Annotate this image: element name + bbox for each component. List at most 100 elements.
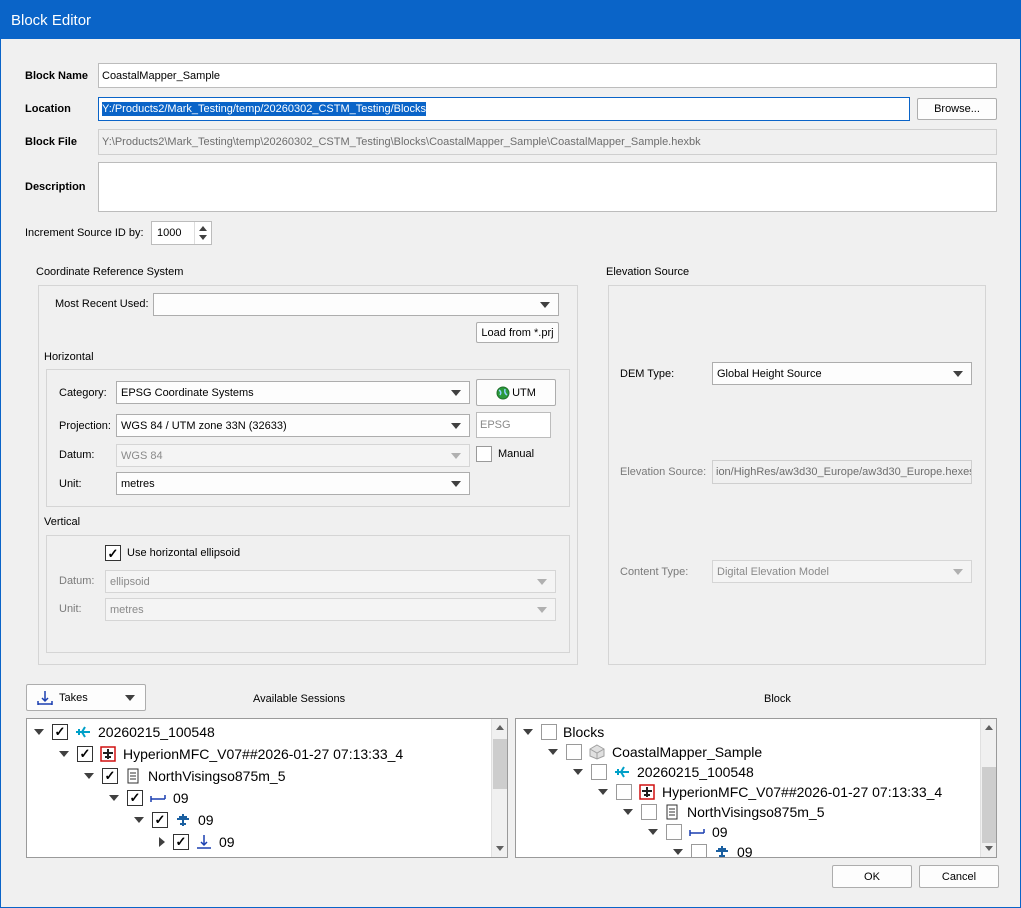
expand-icon[interactable] [548, 749, 558, 755]
line-icon [688, 824, 706, 840]
tree-label: NorthVisingso875m_5 [687, 804, 825, 820]
manual-checkbox[interactable] [476, 446, 492, 462]
tree-row[interactable]: CoastalMapper_Sample [548, 742, 762, 762]
tree-label: CoastalMapper_Sample [612, 744, 763, 760]
takes-button[interactable]: Takes [26, 684, 146, 711]
utm-label: UTM [512, 386, 536, 399]
content-type-label: Content Type: [620, 566, 689, 578]
block-name-input[interactable]: CoastalMapper_Sample [98, 63, 997, 88]
content-type-value: Digital Elevation Model [717, 565, 829, 578]
expand-icon[interactable] [59, 751, 69, 757]
manual-label: Manual [498, 448, 535, 460]
v-unit-label: Unit: [59, 603, 82, 615]
scroll-thumb[interactable] [493, 739, 507, 789]
tree-row[interactable]: ✓ HyperionMFC_V07##2026-01-27 07:13:33_4 [59, 744, 403, 764]
tree-checkbox[interactable]: ✓ [127, 790, 143, 806]
chevron-down-icon [537, 578, 547, 585]
cancel-button[interactable]: Cancel [919, 865, 999, 888]
tree-checkbox[interactable] [616, 784, 632, 800]
tree-checkbox[interactable]: ✓ [102, 768, 118, 784]
block-title: Block [764, 693, 791, 705]
right-tree-scrollbar[interactable] [980, 719, 996, 857]
most-recent-combo[interactable] [153, 293, 559, 316]
expand-icon[interactable] [34, 729, 44, 735]
v-datum-label: Datum: [59, 575, 95, 587]
vertical-title: Vertical [44, 516, 81, 528]
tree-checkbox[interactable] [541, 724, 557, 740]
tree-checkbox[interactable] [641, 804, 657, 820]
tree-label: HyperionMFC_V07##2026-01-27 07:13:33_4 [123, 746, 404, 762]
session-icon [74, 724, 92, 740]
v-datum-combo: ellipsoid [105, 570, 556, 593]
tree-checkbox[interactable] [591, 764, 607, 780]
tree-row[interactable]: ✓ 09 [109, 788, 189, 808]
increment-value: 1000 [157, 227, 182, 239]
tree-row[interactable]: Blocks [523, 722, 604, 742]
document-icon [124, 768, 142, 784]
chevron-down-icon [540, 301, 550, 308]
location-label: Location [25, 103, 71, 115]
use-horizontal-label: Use horizontal ellipsoid [127, 547, 241, 559]
description-input[interactable] [98, 162, 997, 212]
elevation-source-field: ion/HighRes/aw3d30_Europe/aw3d30_Europe.… [712, 460, 972, 484]
increment-label: Increment Source ID by: [25, 227, 144, 239]
collapse-icon[interactable] [159, 837, 165, 847]
location-input[interactable]: Y:/Products2/Mark_Testing/temp/20260302_… [98, 97, 910, 121]
use-horizontal-checkbox[interactable]: ✓ [105, 545, 121, 561]
browse-button[interactable]: Browse... [917, 98, 997, 120]
tree-row[interactable]: ✓ NorthVisingso875m_5 [84, 766, 286, 786]
elevation-title: Elevation Source [606, 266, 690, 278]
tree-checkbox[interactable]: ✓ [152, 812, 168, 828]
dem-type-combo[interactable]: Global Height Source [712, 362, 972, 385]
step-down-icon[interactable] [199, 235, 207, 240]
tree-checkbox[interactable] [566, 744, 582, 760]
block-tree[interactable]: Blocks CoastalMapper_Sample 20260215_100… [515, 718, 997, 858]
ok-button[interactable]: OK [832, 865, 912, 888]
tree-checkbox[interactable]: ✓ [52, 724, 68, 740]
most-recent-label: Most Recent Used: [55, 298, 149, 310]
scroll-down-icon[interactable] [985, 846, 993, 851]
expand-icon[interactable] [673, 849, 683, 855]
epsg-input[interactable]: EPSG [476, 412, 551, 438]
scroll-up-icon[interactable] [985, 725, 993, 730]
expand-icon[interactable] [523, 729, 533, 735]
tree-row[interactable]: NorthVisingso875m_5 [623, 802, 825, 822]
increment-stepper[interactable] [194, 222, 211, 244]
content-type-combo: Digital Elevation Model [712, 560, 972, 583]
expand-icon[interactable] [134, 817, 144, 823]
tree-row[interactable]: ✓ 09 [134, 810, 214, 830]
tree-checkbox[interactable] [666, 824, 682, 840]
expand-icon[interactable] [573, 769, 583, 775]
chevron-down-icon [125, 695, 135, 701]
expand-icon[interactable] [623, 809, 633, 815]
tree-row[interactable]: 20260215_100548 [573, 762, 754, 782]
datum-value: WGS 84 [121, 449, 163, 462]
chevron-down-icon [451, 480, 461, 487]
scroll-up-icon[interactable] [496, 725, 504, 730]
scroll-thumb[interactable] [982, 767, 996, 843]
expand-icon[interactable] [109, 795, 119, 801]
tree-checkbox[interactable]: ✓ [77, 746, 93, 762]
tree-label: HyperionMFC_V07##2026-01-27 07:13:33_4 [662, 784, 943, 800]
scroll-down-icon[interactable] [496, 846, 504, 851]
tree-row[interactable]: ✓ 09 [159, 832, 235, 852]
tree-row[interactable]: HyperionMFC_V07##2026-01-27 07:13:33_4 [598, 782, 942, 802]
tree-row[interactable]: ✓ 20260215_100548 [34, 722, 215, 742]
expand-icon[interactable] [598, 789, 608, 795]
load-prj-button[interactable]: Load from *.prj [476, 322, 559, 343]
tree-checkbox[interactable]: ✓ [173, 834, 189, 850]
tree-checkbox[interactable] [691, 844, 707, 857]
session-icon [613, 764, 631, 780]
utm-button[interactable]: UTM [476, 379, 556, 406]
projection-combo[interactable]: WGS 84 / UTM zone 33N (32633) [116, 414, 470, 437]
take-icon [37, 690, 53, 705]
tree-row[interactable]: 09 [673, 842, 753, 857]
step-up-icon[interactable] [199, 226, 207, 231]
expand-icon[interactable] [84, 773, 94, 779]
unit-combo[interactable]: metres [116, 472, 470, 495]
left-tree-scrollbar[interactable] [491, 719, 507, 857]
tree-row[interactable]: 09 [648, 822, 728, 842]
available-sessions-tree[interactable]: ✓ 20260215_100548 ✓ HyperionMFC_V07##202… [26, 718, 508, 858]
expand-icon[interactable] [648, 829, 658, 835]
category-combo[interactable]: EPSG Coordinate Systems [116, 381, 470, 404]
